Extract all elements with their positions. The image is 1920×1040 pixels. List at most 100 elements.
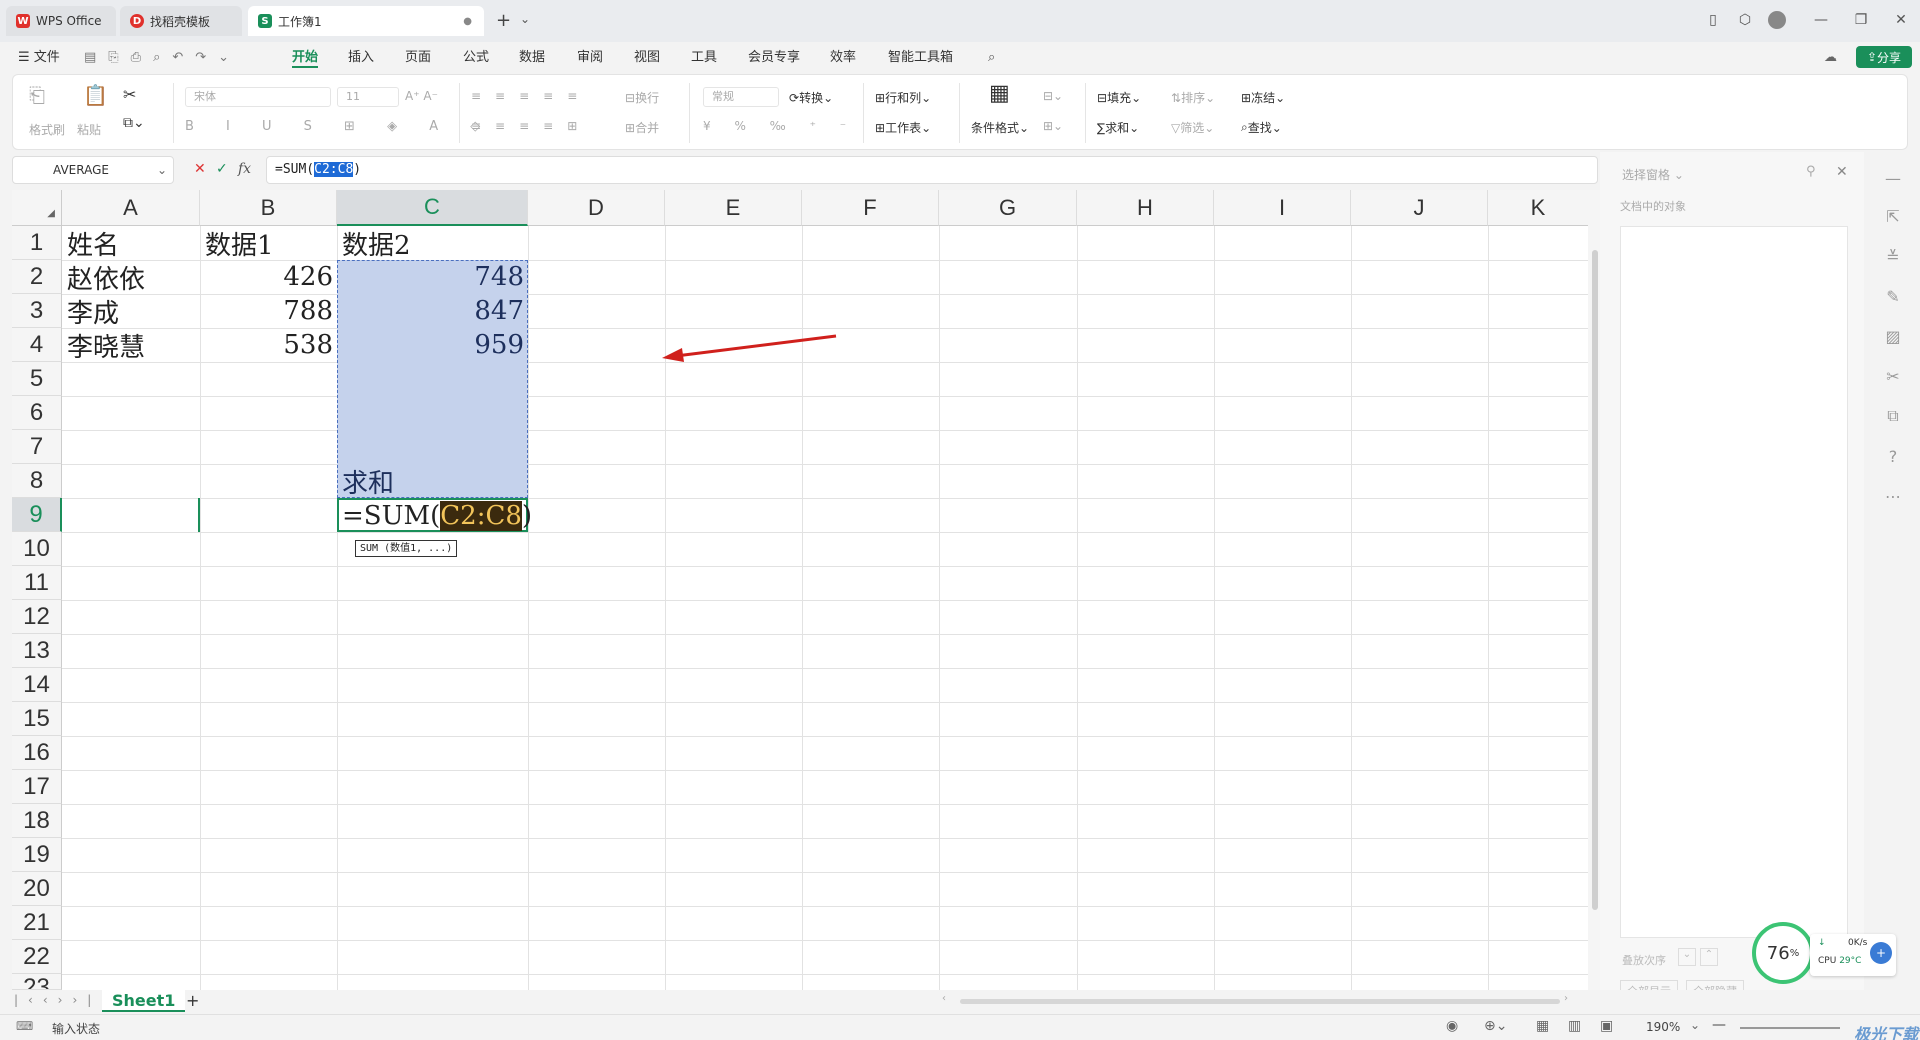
row-header-4[interactable]: 4 — [12, 328, 62, 362]
tab-dot-icon[interactable]: ● — [463, 16, 472, 27]
row-header-1[interactable]: 1 — [12, 226, 62, 260]
row-header-18[interactable]: 18 — [12, 804, 62, 838]
horizontal-scrollbar[interactable] — [960, 999, 1560, 1004]
font-name-select[interactable]: 宋体 — [185, 87, 331, 107]
column-header-f[interactable]: F — [802, 190, 939, 226]
tab-template[interactable]: D 找稻壳模板 — [120, 6, 242, 36]
eye-icon[interactable]: ◉ — [1446, 1018, 1458, 1034]
move-down-button[interactable]: ⌄ — [1678, 948, 1696, 966]
column-header-k[interactable]: K — [1488, 190, 1588, 226]
number-format-select[interactable]: 常规 — [703, 87, 779, 107]
cell-c8[interactable]: 求和 — [342, 464, 394, 499]
tab-dropdown-icon[interactable]: ⌄ — [520, 12, 530, 26]
font-style-buttons[interactable]: B I U S ⊞ ◈ A ◇ — [185, 119, 494, 134]
row-header-11[interactable]: 11 — [12, 566, 62, 600]
cloud-icon[interactable]: ☁ — [1824, 50, 1837, 65]
close-pane-icon[interactable]: ✕ — [1836, 164, 1848, 180]
format-painter-button[interactable]: 格式刷 — [29, 121, 65, 138]
column-header-i[interactable]: I — [1214, 190, 1351, 226]
scrollbar-thumb[interactable] — [1592, 250, 1598, 910]
row-header-14[interactable]: 14 — [12, 668, 62, 702]
file-menu[interactable]: ☰ 文件 — [18, 48, 60, 68]
copy-icon[interactable]: ⧉⌄ — [123, 115, 145, 131]
row-header-12[interactable]: 12 — [12, 600, 62, 634]
row-header-16[interactable]: 16 — [12, 736, 62, 770]
conditional-format-icon[interactable]: ▦ — [989, 81, 1010, 106]
share-button[interactable]: ⇪ 分享 — [1856, 46, 1912, 68]
pane-title[interactable]: 选择窗格 ⌄ — [1622, 166, 1684, 183]
cursor-icon[interactable]: ⇱ — [1881, 204, 1905, 228]
edit-icon[interactable]: ✎ — [1881, 284, 1905, 308]
restore-icon[interactable]: ❐ — [1846, 8, 1876, 32]
row-header-6[interactable]: 6 — [12, 396, 62, 430]
active-cell-editor[interactable]: =SUM(C2:C8) — [337, 498, 532, 532]
row-header-15[interactable]: 15 — [12, 702, 62, 736]
cube-icon[interactable]: ⬡ — [1730, 8, 1760, 32]
page-break-icon[interactable]: ▣ — [1600, 1018, 1613, 1034]
row-header-7[interactable]: 7 — [12, 430, 62, 464]
column-header-j[interactable]: J — [1351, 190, 1488, 226]
row-header-20[interactable]: 20 — [12, 872, 62, 906]
move-up-button[interactable]: ⌃ — [1700, 948, 1718, 966]
select-all-corner[interactable]: ◢ — [12, 190, 62, 226]
system-monitor[interactable]: ↓ 0K/s CPU 29°C + — [1810, 934, 1896, 976]
help-icon[interactable]: ? — [1881, 444, 1905, 468]
tools-icon[interactable]: ✂ — [1881, 364, 1905, 388]
copy-panel-icon[interactable]: ⧉ — [1881, 404, 1905, 428]
row-header-13[interactable]: 13 — [12, 634, 62, 668]
column-header-h[interactable]: H — [1077, 190, 1214, 226]
page-layout-icon[interactable]: ▥ — [1568, 1018, 1581, 1034]
row-header-8[interactable]: 8 — [12, 464, 62, 498]
search-icon[interactable]: ⌕ — [988, 48, 995, 68]
cell-c2[interactable]: 748 — [337, 260, 528, 294]
cell-a3[interactable]: 李成 — [67, 294, 119, 329]
cut-icon[interactable]: ✂ — [123, 85, 136, 104]
menu-insert[interactable]: 插入 — [348, 48, 374, 68]
cell-a4[interactable]: 李晓慧 — [67, 328, 145, 363]
menu-ai-toolbox[interactable]: 智能工具箱 — [888, 48, 953, 68]
row-header-19[interactable]: 19 — [12, 838, 62, 872]
column-header-d[interactable]: D — [528, 190, 665, 226]
font-size-select[interactable]: 11 — [337, 87, 399, 107]
cell-b1[interactable]: 数据1 — [205, 226, 274, 261]
align-bottom-icons[interactable]: ≡≡≡≡⊞ — [471, 119, 591, 133]
sheet-navigation-icons[interactable]: |‹‹››| — [14, 993, 101, 1007]
align-top-icons[interactable]: ≡≡≡≡≡ — [471, 89, 591, 103]
cell-a1[interactable]: 姓名 — [67, 226, 119, 261]
normal-view-icon[interactable]: ▦ — [1536, 1018, 1549, 1034]
cell-b4[interactable]: 538 — [200, 328, 337, 362]
column-header-g[interactable]: G — [939, 190, 1077, 226]
menu-efficiency[interactable]: 效率 — [830, 48, 856, 68]
scroll-right-icon[interactable]: › — [1564, 993, 1568, 1004]
object-list[interactable] — [1620, 226, 1848, 938]
conditional-format-button[interactable]: 条件格式 ⌄ — [971, 119, 1029, 136]
menu-formula[interactable]: 公式 — [463, 48, 489, 68]
cell-style-icon[interactable]: ⊟⌄ — [1043, 89, 1063, 103]
menu-member[interactable]: 会员专享 — [748, 48, 800, 68]
collapse-icon[interactable]: — — [1881, 166, 1905, 190]
menu-data[interactable]: 数据 — [519, 48, 545, 68]
paste-icon[interactable]: 📋 — [83, 83, 108, 107]
paste-button[interactable]: 粘贴 — [77, 121, 101, 138]
add-sheet-button[interactable]: + — [186, 991, 199, 1010]
column-header-c[interactable]: C — [337, 190, 528, 226]
border-icon[interactable]: ⊞⌄ — [1043, 119, 1063, 133]
row-header-5[interactable]: 5 — [12, 362, 62, 396]
cell-c1[interactable]: 数据2 — [342, 226, 411, 261]
focus-icon[interactable]: ⊕⌄ — [1484, 1018, 1507, 1034]
row-header-3[interactable]: 3 — [12, 294, 62, 328]
new-tab-button[interactable]: + — [496, 10, 511, 31]
row-header-21[interactable]: 21 — [12, 906, 62, 940]
column-header-e[interactable]: E — [665, 190, 802, 226]
chevron-down-icon[interactable]: ⌄ — [157, 163, 167, 177]
name-box[interactable]: AVERAGE ⌄ — [12, 156, 174, 184]
spreadsheet-grid[interactable]: ◢ A B C D E F G H I J K 1 2 3 4 5 6 7 8 … — [12, 190, 1602, 990]
zoom-level[interactable]: 190% — [1646, 1020, 1680, 1034]
pin-icon[interactable]: ⚲ — [1806, 164, 1816, 179]
row-header-10[interactable]: 10 — [12, 532, 62, 566]
image-icon[interactable]: ▨ — [1881, 324, 1905, 348]
menu-home[interactable]: 开始 — [292, 48, 319, 68]
format-painter-icon[interactable]: ⎗ — [29, 83, 45, 107]
memory-usage-gauge[interactable]: 76% — [1752, 922, 1814, 984]
cell-c3[interactable]: 847 — [337, 294, 528, 328]
